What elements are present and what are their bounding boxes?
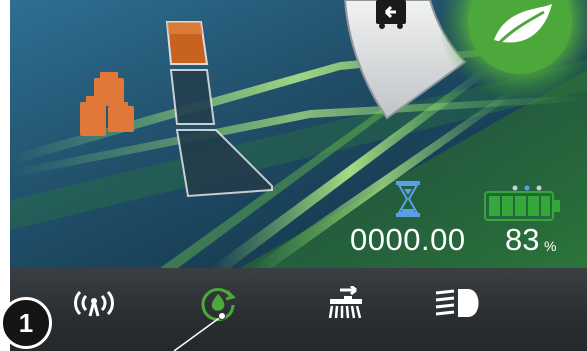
toolbar-sweeper-button[interactable] <box>316 280 376 326</box>
page-indicator <box>512 178 548 191</box>
toolbar-headlight-button[interactable] <box>430 280 490 326</box>
sweeper-icon <box>328 286 362 319</box>
bottom-toolbar <box>10 268 587 351</box>
step-number-badge: 1 <box>0 297 52 349</box>
battery-percent-value: 83 <box>505 222 540 257</box>
toolbar-antenna-button[interactable] <box>64 280 124 326</box>
callout-line <box>173 312 226 351</box>
step-number-label: 1 <box>18 307 34 338</box>
battery-percent-unit: % <box>544 238 557 254</box>
hourglass-icon <box>396 181 420 217</box>
operating-hours-value: 0000.00 <box>350 222 466 257</box>
headlight-icon <box>435 289 479 317</box>
trailer-mode-icon <box>376 0 406 29</box>
main-display: 0000.00 83 % <box>10 0 587 268</box>
antenna-icon <box>74 290 114 317</box>
machine-display-screenshot: 0000.00 83 % <box>10 0 587 351</box>
battery-icon <box>484 191 560 221</box>
eco-leaf-icon <box>494 4 552 46</box>
weights-icon <box>80 72 134 136</box>
